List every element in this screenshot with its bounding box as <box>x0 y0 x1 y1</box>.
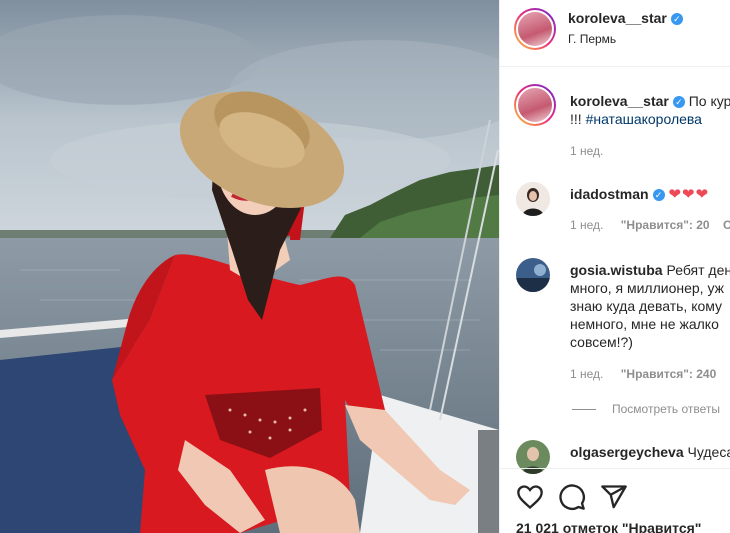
comment-text: ❤❤❤ <box>668 186 710 203</box>
comment-likes[interactable]: "Нравится": 20 <box>621 218 710 232</box>
caption-line1: По кур <box>688 93 730 109</box>
post-action-bar: 21 021 отметок "Нравится" <box>500 468 730 533</box>
share-icon[interactable] <box>600 483 628 511</box>
likes-count[interactable]: 21 021 отметок "Нравится" <box>516 520 701 533</box>
comment-avatar[interactable] <box>516 182 550 216</box>
view-replies-button[interactable]: Посмотреть ответы <box>572 402 720 416</box>
author-username[interactable]: koroleva__star <box>568 10 667 26</box>
post-location[interactable]: Г. Пермь <box>568 32 616 46</box>
divider <box>572 409 596 411</box>
comment-username[interactable]: idadostman <box>570 186 649 202</box>
comment-meta: 1 нед. "Нравится": 240 О <box>570 367 730 381</box>
comment-age[interactable]: 1 нед. <box>570 367 603 381</box>
verified-icon: ✓ <box>670 12 683 25</box>
comment-reply[interactable]: От <box>723 218 730 232</box>
comment-meta: 1 нед. "Нравится": 20 От <box>570 218 730 232</box>
caption-text: koroleva__star ✓ По кур <box>570 92 730 110</box>
comment-username[interactable]: olgasergeycheva <box>570 444 684 460</box>
post-photo[interactable] <box>0 0 499 533</box>
comment-text-line: много, я миллионер, уж <box>570 280 724 296</box>
comment-text: Чудеса <box>687 444 730 460</box>
verified-icon: ✓ <box>672 96 685 109</box>
caption-line2: !!! #наташакоролева <box>570 110 702 128</box>
caption-hashtag[interactable]: #наташакоролева <box>586 111 702 127</box>
comment-text-line: знаю куда девать, кому <box>570 298 723 314</box>
comment-text-line: немного, мне не жалко <box>570 316 719 332</box>
verified-icon: ✓ <box>652 189 665 202</box>
comment-avatar[interactable] <box>516 258 550 292</box>
avatar-image <box>516 182 550 216</box>
comment-likes[interactable]: "Нравится": 240 <box>621 367 717 381</box>
comment-text-line: Ребят ден <box>666 262 730 278</box>
view-replies-label: Посмотреть ответы <box>612 402 721 416</box>
comment-age[interactable]: 1 нед. <box>570 218 603 232</box>
caption-line2-prefix: !!! <box>570 111 586 127</box>
caption-age[interactable]: 1 нед. <box>570 144 603 158</box>
post-side-panel: koroleva__star ✓ Г. Пермь koroleva__star ✓… <box>499 0 730 533</box>
heart-icon[interactable] <box>516 483 544 511</box>
caption-username[interactable]: koroleva__star <box>570 93 669 109</box>
author-username-row: koroleva__star ✓ <box>568 10 683 28</box>
comment-row: olgasergeycheva Чудеса <box>570 443 730 461</box>
post-photo-image <box>0 0 499 533</box>
comment-username[interactable]: gosia.wistuba <box>570 262 663 278</box>
comment-row: gosia.wistuba Ребят ден <box>570 261 730 279</box>
comment-text-line: совсем!?) <box>570 334 633 350</box>
caption-avatar[interactable] <box>514 84 556 126</box>
comment-icon[interactable] <box>558 483 586 511</box>
comment-row: idadostman ✓ ❤❤❤ <box>570 185 709 204</box>
avatar-image <box>516 258 550 292</box>
post-header: koroleva__star ✓ Г. Пермь <box>500 0 730 67</box>
author-avatar[interactable] <box>514 8 556 50</box>
